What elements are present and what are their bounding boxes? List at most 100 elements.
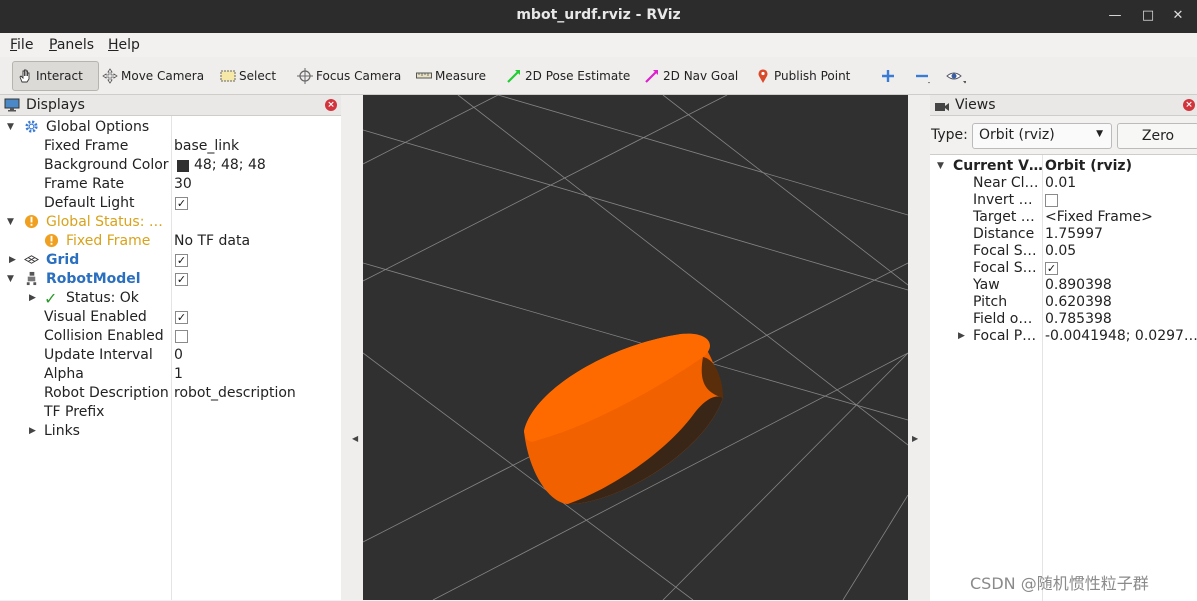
default-light-label: Default Light — [44, 195, 135, 211]
focal-shape-size-value[interactable]: 0.05 — [1045, 242, 1076, 261]
expand-arrow-icon[interactable]: ▼ — [7, 217, 14, 227]
alpha-label: Alpha — [44, 366, 84, 382]
focal-point-label[interactable]: Focal P… — [973, 327, 1036, 346]
left-splitter[interactable]: ◀ — [341, 95, 363, 600]
remove-tool-button[interactable] — [914, 64, 930, 88]
move-camera-tool-label: Move Camera — [121, 69, 205, 83]
robot-description-value[interactable]: robot_description — [174, 384, 296, 403]
expand-arrow-icon[interactable]: ▼ — [937, 161, 944, 171]
close-views-icon[interactable]: × — [1183, 99, 1195, 111]
close-icon[interactable]: ✕ — [1168, 6, 1188, 26]
collapsed-arrow-icon[interactable]: ▶ — [958, 331, 965, 341]
global-status-label[interactable]: Global Status: … — [46, 213, 163, 232]
visual-enabled-checkbox[interactable]: ✓ — [175, 311, 188, 324]
tool-properties-button[interactable] — [946, 64, 967, 88]
status-ok-label[interactable]: Status: Ok — [66, 289, 139, 308]
measure-tool-label: Measure — [435, 69, 486, 83]
monitor-icon — [4, 98, 20, 118]
publish-point-tool-button[interactable]: Publish Point — [755, 64, 850, 88]
update-interval-value[interactable]: 0 — [174, 346, 183, 365]
menu-bar: File Panels Help — [0, 33, 1197, 57]
view-type-label: Type: — [931, 127, 968, 143]
minimize-icon[interactable]: — — [1105, 6, 1125, 26]
focus-camera-tool-button[interactable]: Focus Camera — [297, 64, 401, 88]
near-clip-value[interactable]: 0.01 — [1045, 174, 1076, 193]
view-type-value: Orbit (rviz) — [979, 127, 1055, 143]
background-color-value[interactable]: 48; 48; 48 — [194, 156, 266, 175]
alpha-value[interactable]: 1 — [174, 365, 183, 384]
links-label[interactable]: Links — [44, 422, 80, 441]
column-divider — [1042, 155, 1043, 601]
chevron-down-icon: ▼ — [1096, 129, 1103, 139]
displays-panel-title: Displays — [26, 97, 85, 113]
grid-enabled-checkbox[interactable]: ✓ — [175, 254, 188, 267]
fixed-frame-value[interactable]: base_link — [174, 137, 239, 156]
gear-icon — [24, 119, 39, 138]
view-properties-tree: ▼ Current V… Orbit (rviz) Near Cl… 0.01 … — [930, 154, 1197, 601]
magenta-arrow-icon — [644, 68, 660, 84]
menu-panels-label: anels — [56, 37, 95, 53]
zero-button[interactable]: Zero — [1117, 123, 1197, 149]
background-color-label: Background Color — [44, 157, 169, 173]
warning-icon — [44, 233, 59, 252]
menu-file-label: ile — [17, 37, 34, 53]
grid-icon — [23, 252, 40, 271]
collision-enabled-checkbox[interactable] — [175, 330, 188, 343]
collision-enabled-label: Collision Enabled — [44, 328, 164, 344]
robot-model-display-label[interactable]: RobotModel — [46, 270, 141, 289]
menu-file[interactable]: File — [10, 37, 33, 53]
publish-point-tool-label: Publish Point — [774, 69, 851, 83]
window-titlebar: mbot_urdf.rviz - RViz — □ ✕ — [0, 0, 1197, 33]
global-options-label[interactable]: Global Options — [46, 118, 149, 137]
default-light-checkbox[interactable]: ✓ — [175, 197, 188, 210]
select-tool-button[interactable]: Select — [220, 64, 276, 88]
views-panel-title: Views — [955, 97, 996, 113]
collapse-right-arrow-icon[interactable]: ▶ — [912, 434, 918, 443]
invert-z-checkbox[interactable] — [1045, 194, 1058, 207]
maximize-icon[interactable]: □ — [1138, 6, 1158, 26]
expand-arrow-icon[interactable]: ▼ — [7, 274, 14, 284]
map-pin-icon — [755, 68, 771, 84]
select-tool-label: Select — [239, 69, 277, 83]
robot-model-enabled-checkbox[interactable]: ✓ — [175, 273, 188, 286]
visual-enabled-label: Visual Enabled — [44, 309, 147, 325]
menu-file-mnemonic: F — [10, 37, 18, 53]
nav-goal-tool-label: 2D Nav Goal — [663, 69, 739, 83]
expand-arrow-icon[interactable]: ▼ — [7, 122, 14, 132]
measure-tool-button[interactable]: Measure — [416, 64, 486, 88]
close-displays-icon[interactable]: × — [325, 99, 337, 111]
status-fixed-frame-value: No TF data — [174, 233, 251, 249]
tf-prefix-label: TF Prefix — [44, 404, 105, 420]
color-swatch — [177, 160, 189, 172]
move-arrows-icon — [102, 68, 118, 84]
view-type-select[interactable]: Orbit (rviz) ▼ — [972, 123, 1112, 149]
focal-point-value[interactable]: -0.0041948; 0.0297… — [1045, 327, 1197, 346]
pose-estimate-tool-button[interactable]: 2D Pose Estimate — [506, 64, 630, 88]
watermark: CSDN @随机惯性粒子群 — [970, 574, 1149, 593]
right-splitter[interactable]: ▶ — [908, 95, 930, 600]
hand-icon — [17, 68, 33, 84]
menu-help-label: elp — [118, 37, 140, 53]
menu-panels[interactable]: Panels — [49, 37, 94, 53]
focus-camera-tool-label: Focus Camera — [316, 69, 402, 83]
collapsed-arrow-icon[interactable]: ▶ — [9, 255, 16, 265]
robot-icon — [24, 271, 39, 290]
displays-panel: Displays × ▼ Global Options Fixed Frame … — [0, 95, 341, 600]
3d-viewport[interactable] — [363, 95, 908, 600]
update-interval-label: Update Interval — [44, 347, 153, 363]
menu-help[interactable]: Help — [108, 37, 140, 53]
nav-goal-tool-button[interactable]: 2D Nav Goal — [644, 64, 738, 88]
collapsed-arrow-icon[interactable]: ▶ — [29, 293, 36, 303]
focal-shape-fixed-checkbox[interactable]: ✓ — [1045, 262, 1058, 275]
add-tool-button[interactable] — [880, 64, 896, 88]
collapsed-arrow-icon[interactable]: ▶ — [29, 426, 36, 436]
grid-display-label[interactable]: Grid — [46, 251, 79, 270]
interact-tool-button[interactable]: Interact — [12, 61, 99, 91]
views-panel: Views × Type: Orbit (rviz) ▼ Zero ▼ Curr… — [930, 95, 1197, 601]
collapse-left-arrow-icon[interactable]: ◀ — [352, 434, 358, 443]
warning-icon — [24, 214, 39, 233]
fixed-frame-label: Fixed Frame — [44, 138, 129, 154]
frame-rate-value[interactable]: 30 — [174, 175, 192, 194]
move-camera-tool-button[interactable]: Move Camera — [102, 64, 204, 88]
camera-icon — [934, 99, 950, 119]
